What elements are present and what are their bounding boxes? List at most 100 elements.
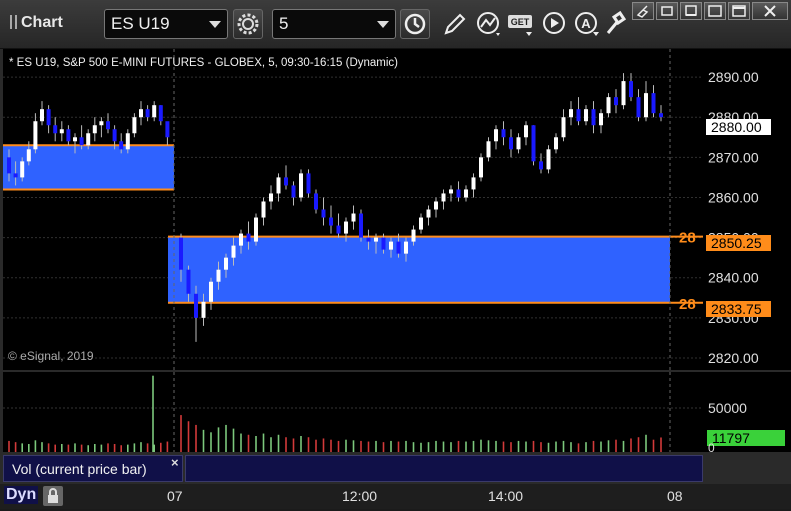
volume-chart[interactable] (3, 372, 703, 452)
drag-grip-icon[interactable] (10, 15, 17, 29)
chevron-down-icon[interactable] (209, 21, 221, 28)
candle-body (411, 229, 416, 242)
candle-body (404, 241, 408, 254)
candle-body (284, 177, 288, 186)
candle-body (531, 125, 536, 162)
symbol-combo[interactable]: ES U19 (104, 9, 228, 39)
candle-body (125, 133, 130, 150)
dynamic-mode-button[interactable]: Dyn (4, 486, 39, 504)
time-axis[interactable]: Dyn 07 12:00 14:00 08 (0, 484, 791, 509)
upper-level-value: 2850.25 (711, 235, 762, 251)
interval-value: 5 (279, 14, 289, 33)
candle-body (86, 133, 91, 146)
gear-icon (237, 13, 259, 35)
clock-icon (404, 13, 426, 35)
candle-body (299, 173, 303, 198)
expand-button[interactable] (728, 2, 750, 20)
candle-body (106, 121, 110, 130)
candle-body (20, 161, 25, 178)
candle-body (59, 129, 64, 134)
lock-icon[interactable] (43, 486, 63, 506)
candle-body (79, 137, 84, 146)
candle-body (254, 217, 258, 242)
candle-body (194, 293, 198, 318)
candle-body (621, 81, 626, 106)
line-study-icon (477, 12, 500, 36)
minimize-button[interactable] (656, 2, 678, 20)
alerts-button[interactable]: A (572, 9, 602, 39)
get-icon: GET (508, 15, 532, 36)
candle-body (209, 281, 213, 302)
volume-axis-scale: 50000 11797 0 (707, 400, 785, 455)
lock-glyph (48, 488, 58, 503)
restore-icon (685, 5, 697, 16)
candle-body (396, 241, 401, 254)
draw-tools-button[interactable] (440, 9, 470, 39)
window-title[interactable]: Chart (10, 14, 63, 44)
pin-button[interactable] (632, 2, 654, 20)
last-price-value: 2880.00 (711, 119, 762, 135)
candle-body (66, 129, 71, 142)
candle-body (501, 129, 506, 138)
maximize-button[interactable] (704, 2, 726, 20)
candle-body (231, 245, 236, 258)
price-axis[interactable]: 2890.002880.002870.002860.002850.002840.… (703, 49, 791, 370)
candle-body (599, 113, 603, 126)
time-label: 07 (167, 488, 183, 504)
symbol-value: ES U19 (111, 14, 170, 33)
maximize-icon (708, 5, 722, 17)
volume-study-label[interactable]: Vol (current price bar) (3, 455, 183, 482)
candle-body (389, 241, 393, 250)
candle-body (539, 161, 543, 170)
candle-body (486, 141, 491, 158)
chevron-down-icon[interactable] (377, 21, 389, 28)
restore-button[interactable] (680, 2, 702, 20)
play-icon (543, 12, 565, 34)
candle-body (366, 237, 371, 242)
settings-button[interactable] (233, 9, 263, 39)
candle-body (509, 137, 513, 150)
candle-body (112, 129, 117, 142)
candle-body (336, 225, 341, 234)
candle-body (344, 221, 348, 234)
price-tick-label: 2860.00 (708, 189, 759, 205)
volume-tick: 0 (708, 441, 715, 452)
candle-body (165, 121, 170, 138)
candle-body (92, 125, 97, 134)
candle-body (524, 125, 528, 138)
interval-combo[interactable]: 5 (272, 9, 396, 39)
svg-text:GET: GET (511, 17, 530, 27)
time-label: 12:00 (342, 488, 378, 504)
studies-button[interactable] (474, 9, 504, 39)
candle-body (516, 137, 521, 150)
price-chart[interactable]: 28 28 * ES U19, S&P 500 E-MINI FUTURES - … (3, 49, 703, 370)
price-pane[interactable]: 28 28 * ES U19, S&P 500 E-MINI FUTURES - … (3, 49, 703, 370)
candle-body (261, 201, 266, 218)
candle-body (479, 157, 483, 178)
candle-body (179, 237, 183, 270)
get-button[interactable]: GET (506, 9, 536, 39)
candle-body (426, 209, 431, 218)
pin-icon (636, 5, 649, 18)
candle-body (584, 109, 588, 122)
candle-body (119, 141, 124, 150)
candle-body (629, 81, 633, 98)
candle-body (139, 109, 143, 118)
close-button[interactable] (752, 2, 788, 20)
time-button[interactable] (400, 9, 430, 39)
candle-body (464, 189, 468, 198)
toolbar: Chart ES U19 5 GET A (0, 0, 791, 49)
candle-body (644, 93, 648, 118)
candle-body (291, 185, 296, 198)
volume-axis[interactable]: 50000 11797 0 (703, 372, 791, 455)
candle-body (614, 97, 618, 106)
candle-body (314, 193, 318, 210)
study-legend: Vol (current price bar) × (3, 455, 703, 483)
time-label: 08 (667, 488, 683, 504)
volume-pane[interactable] (3, 372, 703, 452)
close-study-icon[interactable]: × (171, 455, 179, 470)
tools-button[interactable] (604, 9, 634, 39)
candle-body (434, 201, 438, 210)
play-button[interactable] (540, 9, 570, 39)
candle-body (359, 213, 363, 238)
